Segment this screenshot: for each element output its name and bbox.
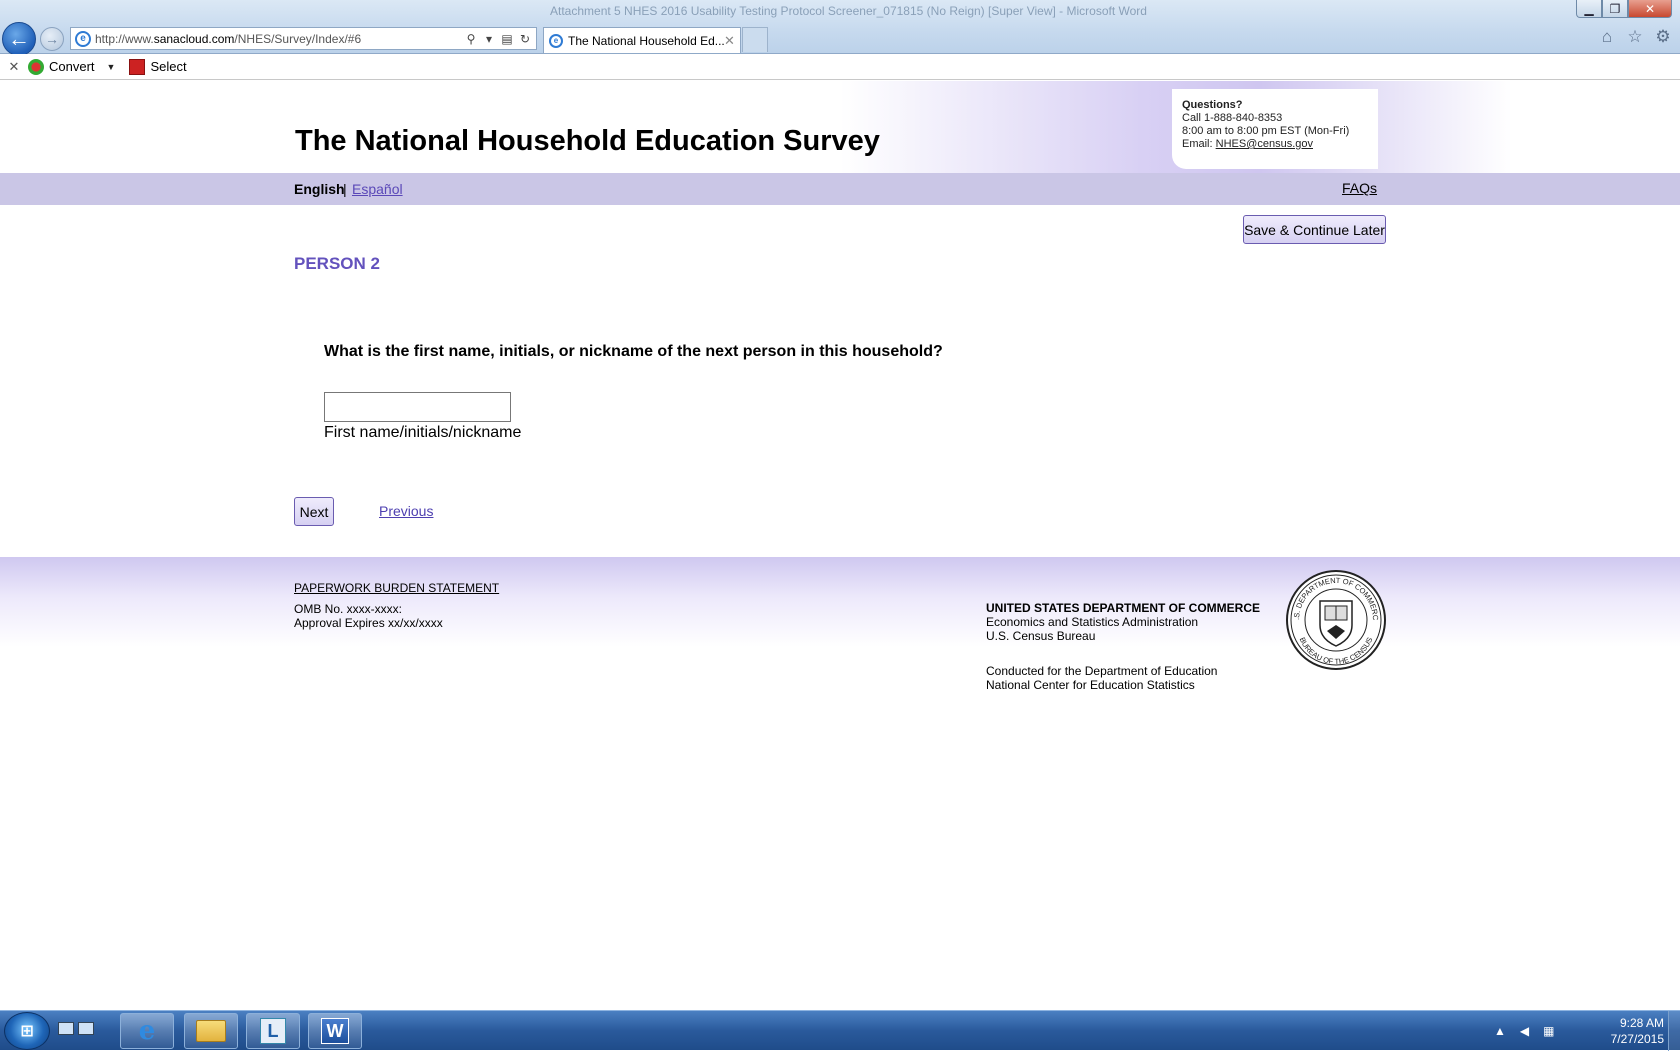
- search-icon[interactable]: ⚲: [464, 32, 478, 46]
- approval-expires: Approval Expires xx/xx/xxxx: [294, 616, 443, 630]
- url-host: sanacloud.com: [153, 31, 235, 46]
- commerce-seal-icon: U.S. DEPARTMENT OF COMMERCE BUREAU OF TH…: [1285, 569, 1386, 670]
- site-header: The National Household Education Survey …: [0, 81, 1680, 173]
- faqs-link[interactable]: FAQs: [1342, 180, 1377, 196]
- clock[interactable]: 9:28 AM 7/27/2015: [1611, 1015, 1664, 1047]
- convert-dropdown-icon[interactable]: ▼: [107, 62, 116, 72]
- tab-close-icon[interactable]: ✕: [724, 33, 740, 49]
- minimize-icon: ▁: [1584, 1, 1594, 16]
- ie-page-icon: e: [75, 30, 91, 47]
- back-button[interactable]: ←: [2, 22, 36, 56]
- show-desktop-button[interactable]: [1668, 1011, 1680, 1051]
- select-label: Select: [150, 59, 187, 74]
- clock-time: 9:28 AM: [1619, 1016, 1664, 1030]
- compatibility-view-icon[interactable]: ▤: [500, 32, 514, 46]
- restore-icon: ❐: [1609, 1, 1621, 16]
- contact-heading: Questions?: [1182, 99, 1243, 111]
- restore-button[interactable]: ❐: [1602, 0, 1628, 18]
- department-line-2: Economics and Statistics Administration: [986, 615, 1199, 629]
- omb-number: OMB No. xxxx-xxxx:: [294, 602, 403, 616]
- switch-windows-mini-icon[interactable]: [78, 1022, 94, 1035]
- network-icon[interactable]: ▦: [1543, 1024, 1554, 1038]
- conducted-line-1: Conducted for the Department of Educatio…: [986, 664, 1218, 678]
- close-window-button[interactable]: ✕: [1628, 0, 1672, 18]
- close-icon: ✕: [1644, 1, 1656, 16]
- contact-hours: 8:00 am to 8:00 pm EST (Mon-Fri): [1182, 125, 1350, 137]
- language-english[interactable]: English: [294, 181, 345, 197]
- address-url[interactable]: http://www.sanacloud.com/NHES/Survey/Ind…: [95, 32, 464, 46]
- clock-date: 7/27/2015: [1610, 1032, 1664, 1046]
- taskbar-lync[interactable]: L: [246, 1013, 300, 1049]
- command-bar: ✕ Convert ▼ Select: [0, 54, 1680, 80]
- taskbar: ⊞ e L W ▲ ◀ ▦ 9:28 AM 7/27/2015: [0, 1010, 1680, 1051]
- refresh-icon[interactable]: ↻: [518, 32, 532, 46]
- volume-icon[interactable]: ◀: [1520, 1024, 1529, 1038]
- contact-phone: Call 1-888-840-8353: [1182, 112, 1283, 124]
- language-espanol-link[interactable]: Español: [352, 181, 403, 197]
- taskbar-word[interactable]: W: [308, 1013, 362, 1049]
- contact-box: Questions? Call 1-888-840-8353 8:00 am t…: [1172, 89, 1378, 169]
- browser-chrome: Attachment 5 NHES 2016 Usability Testing…: [0, 0, 1680, 56]
- gear-icon[interactable]: ⚙: [1654, 27, 1672, 46]
- language-nav: English | Español FAQs: [0, 173, 1680, 205]
- department-line-3: U.S. Census Bureau: [986, 629, 1096, 643]
- favorites-star-icon[interactable]: ☆: [1626, 27, 1644, 46]
- minimize-button[interactable]: ▁: [1576, 0, 1602, 18]
- conducted-line-2: National Center for Education Statistics: [986, 678, 1195, 692]
- person-heading: PERSON 2: [294, 254, 380, 273]
- first-name-input[interactable]: [324, 392, 511, 422]
- address-bar[interactable]: e http://www.sanacloud.com/NHES/Survey/I…: [70, 27, 537, 50]
- command-bar-close-icon[interactable]: ✕: [0, 59, 28, 75]
- next-button[interactable]: Next: [294, 497, 334, 526]
- contact-email-link[interactable]: NHES@census.gov: [1216, 138, 1313, 150]
- page-content: The National Household Education Survey …: [0, 81, 1680, 1011]
- convert-button[interactable]: Convert: [28, 58, 95, 75]
- internet-explorer-icon: e: [138, 1016, 156, 1046]
- site-title: The National Household Education Survey: [295, 125, 880, 157]
- window-title: Attachment 5 NHES 2016 Usability Testing…: [550, 4, 1147, 18]
- tab-title: The National Household Ed...: [568, 33, 724, 48]
- contact-email-prefix: Email:: [1182, 138, 1216, 150]
- omb-info: OMB No. xxxx-xxxx: Approval Expires xx/x…: [294, 602, 443, 630]
- previous-link[interactable]: Previous: [379, 503, 433, 519]
- pdf-convert-icon: [28, 58, 44, 75]
- pdf-select-icon: [129, 58, 146, 75]
- forward-arrow-icon: →: [45, 31, 59, 47]
- paperwork-burden-link[interactable]: PAPERWORK BURDEN STATEMENT: [294, 581, 499, 595]
- conducted-for-info: Conducted for the Department of Educatio…: [986, 664, 1217, 692]
- windows-logo-icon: ⊞: [20, 1023, 34, 1040]
- search-dropdown-icon[interactable]: ▾: [482, 32, 496, 46]
- footer-band: [0, 557, 1680, 647]
- browser-tools: ⌂ ☆ ⚙: [1598, 27, 1672, 46]
- url-path: /NHES/Survey/Index/#6: [234, 31, 362, 46]
- taskbar-file-explorer[interactable]: [184, 1013, 238, 1049]
- select-button[interactable]: Select: [129, 58, 187, 75]
- home-icon[interactable]: ⌂: [1598, 27, 1616, 46]
- show-desktop-mini-icon[interactable]: [58, 1022, 74, 1035]
- lync-icon: L: [260, 1018, 286, 1044]
- window-controls: ▁ ❐ ✕: [1576, 0, 1672, 18]
- taskbar-internet-explorer[interactable]: e: [120, 1013, 174, 1049]
- start-button[interactable]: ⊞: [4, 1012, 50, 1050]
- folder-icon: [196, 1020, 226, 1042]
- question-text: What is the first name, initials, or nic…: [324, 343, 943, 360]
- department-info: UNITED STATES DEPARTMENT OF COMMERCE Eco…: [986, 601, 1260, 643]
- ie-tab-icon: e: [549, 33, 563, 48]
- new-tab-button[interactable]: [742, 27, 768, 52]
- contact-email-line: Email: NHES@census.gov: [1182, 138, 1378, 151]
- first-name-label: First name/initials/nickname: [324, 424, 522, 441]
- convert-label: Convert: [49, 59, 95, 74]
- word-icon: W: [321, 1018, 349, 1044]
- language-separator: |: [343, 181, 347, 197]
- save-continue-later-button[interactable]: Save & Continue Later: [1243, 215, 1386, 244]
- forward-button[interactable]: →: [40, 27, 64, 51]
- url-prefix: http://www.: [95, 31, 154, 46]
- back-arrow-icon: ←: [8, 26, 30, 51]
- department-name: UNITED STATES DEPARTMENT OF COMMERCE: [986, 601, 1260, 615]
- tray-expand-icon[interactable]: ▲: [1494, 1024, 1506, 1038]
- browser-tab-active[interactable]: e The National Household Ed... ✕: [543, 27, 741, 53]
